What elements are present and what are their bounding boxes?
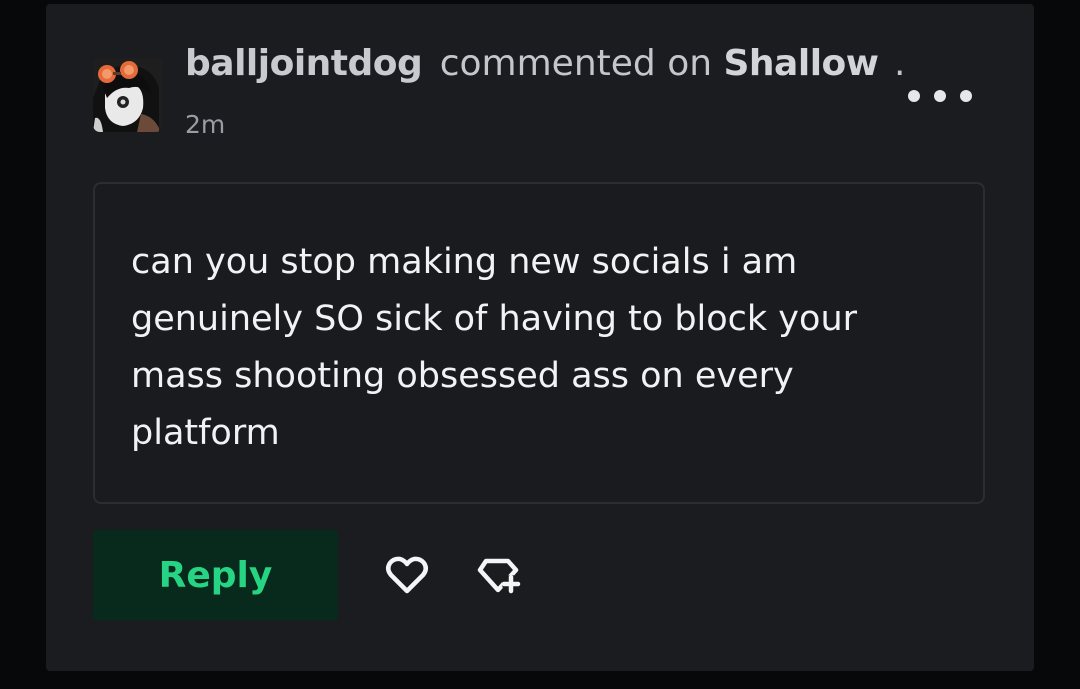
- comment-body-box: can you stop making new socials i am gen…: [93, 182, 985, 504]
- award-button[interactable]: [474, 553, 522, 597]
- like-button[interactable]: [383, 553, 431, 597]
- heart-icon: [386, 556, 428, 594]
- comment-action-text: commented on: [439, 43, 713, 84]
- comment-header: balljointdog commented on Shallow .: [185, 38, 905, 90]
- username-link[interactable]: balljointdog: [185, 43, 423, 84]
- avatar[interactable]: [93, 58, 163, 132]
- more-horizontal-icon: [960, 90, 972, 102]
- more-horizontal-icon: [934, 90, 946, 102]
- avatar-image: [93, 58, 163, 132]
- comment-card: balljointdog commented on Shallow . 2m c…: [46, 4, 1034, 671]
- gem-plus-icon: [477, 558, 521, 594]
- target-link[interactable]: Shallow: [724, 43, 880, 84]
- header-suffix: .: [893, 43, 906, 84]
- more-options-button[interactable]: [908, 78, 972, 114]
- timestamp: 2m: [185, 110, 226, 139]
- more-horizontal-icon: [908, 90, 920, 102]
- reply-button[interactable]: Reply: [93, 530, 338, 620]
- comment-body-text: can you stop making new socials i am gen…: [131, 242, 858, 453]
